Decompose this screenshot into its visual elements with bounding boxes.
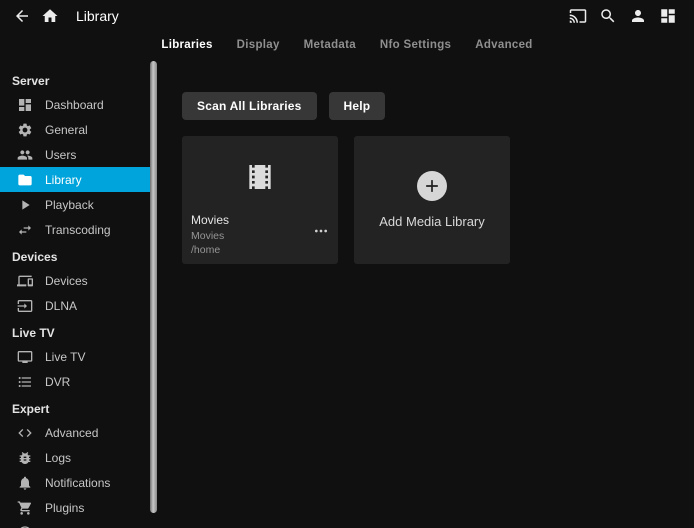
users-icon [17,147,45,163]
cast-button[interactable] [564,2,592,30]
cart-icon [17,500,45,516]
sidebar-item-label: Notifications [45,476,110,490]
search-button[interactable] [594,2,622,30]
sidebar-item-advanced[interactable]: Advanced [0,420,150,445]
library-card-more-button[interactable] [310,222,332,240]
sidebar-item-label: Users [45,148,76,162]
gear-icon [17,122,45,138]
tab-display[interactable]: Display [237,37,280,53]
bug-icon [17,450,45,466]
back-button[interactable] [8,2,36,30]
scrollbar-thumb[interactable] [150,61,157,513]
home-icon [41,7,59,25]
sidebar-item-label: Live TV [45,350,85,364]
devices-icon [17,273,45,289]
sidebar-item-scheduled-tasks[interactable]: Scheduled Tasks [0,520,150,528]
sidebar-item-label: General [45,123,88,137]
home-button[interactable] [36,2,64,30]
search-icon [599,7,617,25]
sidebar-item-dlna[interactable]: DLNA [0,293,150,318]
sidebar-item-live-tv[interactable]: Live TV [0,344,150,369]
sidebar-item-label: DVR [45,375,70,389]
tab-metadata[interactable]: Metadata [304,37,356,53]
user-button[interactable] [624,2,652,30]
sidebar-item-general[interactable]: General [0,117,150,142]
sidebar-section-live-tv: Live TV [0,318,150,344]
sidebar-section-server: Server [0,62,150,92]
clock-icon [17,525,45,528]
more-icon [313,223,329,239]
sidebar-item-label: Devices [45,274,88,288]
sidebar-item-devices[interactable]: Devices [0,268,150,293]
add-circle [417,171,447,201]
dashboard-icon [17,97,45,113]
add-media-library-card[interactable]: Add Media Library [354,136,510,264]
sidebar-item-label: Library [45,173,82,187]
sidebar-item-dvr[interactable]: DVR [0,369,150,394]
settings-tabs: Libraries Display Metadata Nfo Settings … [0,32,694,58]
input-icon [17,298,45,314]
sidebar-item-label: Plugins [45,501,84,515]
tab-libraries[interactable]: Libraries [161,37,212,53]
dashboard-menu-button[interactable] [654,2,682,30]
sidebar-item-dashboard[interactable]: Dashboard [0,92,150,117]
list-icon [17,374,45,390]
sidebar-item-label: Dashboard [45,98,104,112]
play-icon [17,197,45,213]
sidebar-item-transcoding[interactable]: Transcoding [0,217,150,242]
sidebar-section-expert: Expert [0,394,150,420]
library-card-title: Movies [191,213,329,227]
sidebar: Server Dashboard General Users Library [0,58,158,528]
sidebar-item-plugins[interactable]: Plugins [0,495,150,520]
sidebar-item-label: Advanced [45,426,98,440]
library-card-movies[interactable]: Movies Movies /home [182,136,338,264]
help-button[interactable]: Help [329,92,386,120]
plus-icon [422,176,442,196]
sidebar-scrollbar[interactable] [150,58,158,528]
library-card-type: Movies [191,229,329,243]
bell-icon [17,475,45,491]
cast-icon [569,7,587,25]
code-icon [17,425,45,441]
tv-icon [17,349,45,365]
sidebar-item-label: Transcoding [45,223,111,237]
grid-icon [659,7,677,25]
film-strip-icon [244,161,276,193]
sidebar-section-devices: Devices [0,242,150,268]
arrow-back-icon [13,7,31,25]
sidebar-item-logs[interactable]: Logs [0,445,150,470]
scan-all-libraries-button[interactable]: Scan All Libraries [182,92,317,120]
sidebar-item-library[interactable]: Library [0,167,150,192]
folder-icon [17,172,45,188]
sidebar-item-playback[interactable]: Playback [0,192,150,217]
sidebar-item-notifications[interactable]: Notifications [0,470,150,495]
user-icon [629,7,647,25]
sidebar-item-users[interactable]: Users [0,142,150,167]
add-media-library-label: Add Media Library [379,214,485,229]
top-bar: Library [0,0,694,32]
sidebar-item-label: DLNA [45,299,77,313]
sidebar-item-label: Playback [45,198,94,212]
page-title: Library [76,8,119,24]
sidebar-item-label: Logs [45,451,71,465]
tab-nfo-settings[interactable]: Nfo Settings [380,37,451,53]
swap-arrows-icon [17,222,45,238]
main-content: Scan All Libraries Help Movies Movies /h… [158,58,694,528]
library-card-path: /home [191,243,329,257]
tab-advanced[interactable]: Advanced [475,37,532,53]
